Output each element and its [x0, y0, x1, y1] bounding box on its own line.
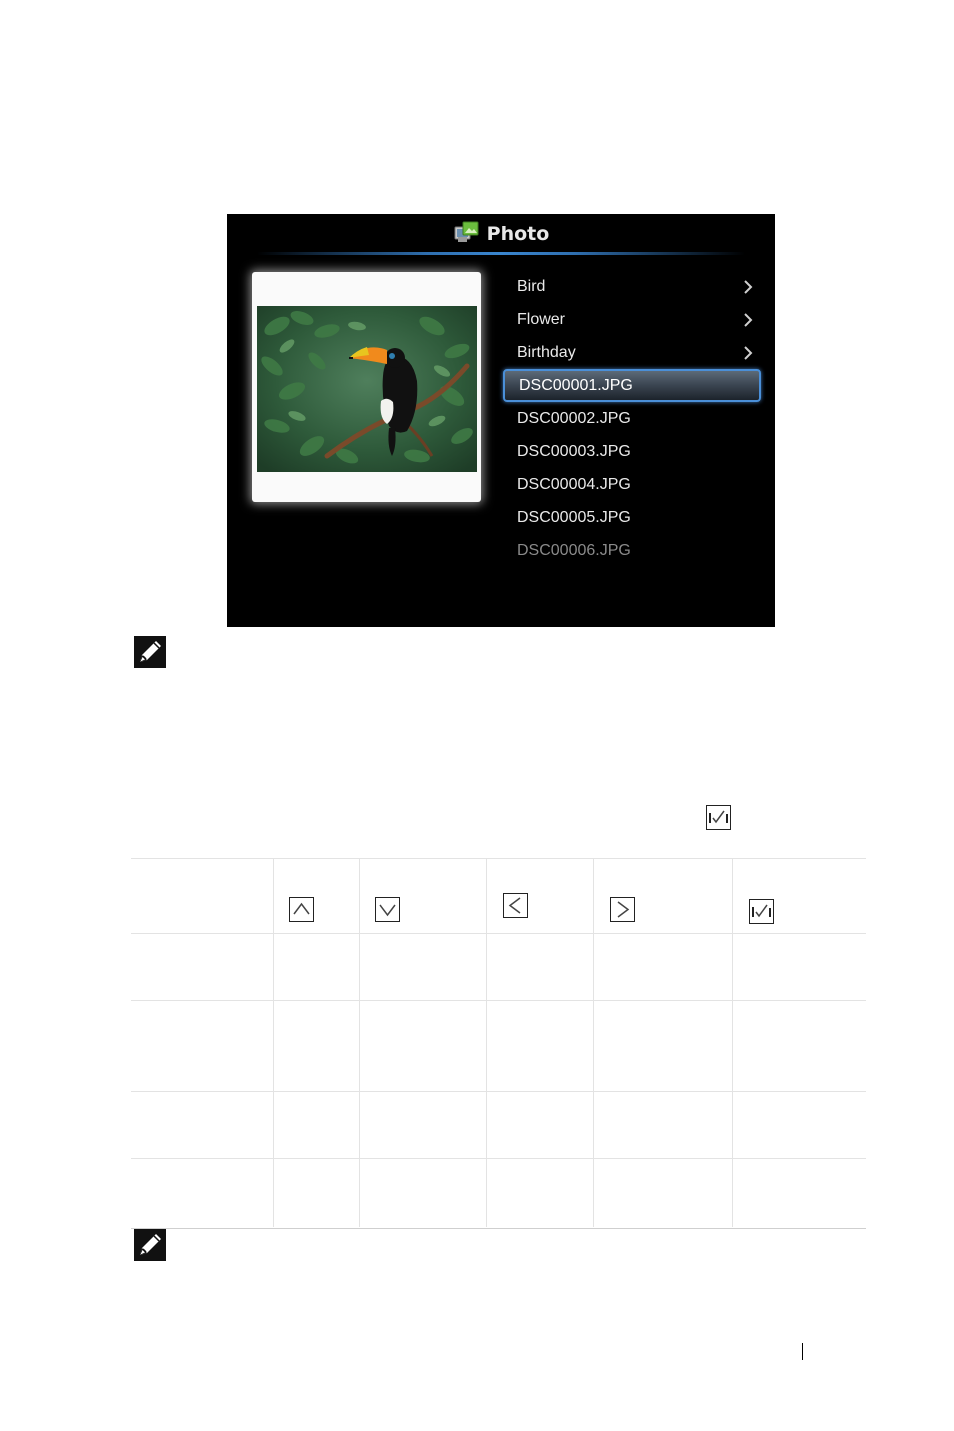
- table-cell: [486, 1001, 594, 1092]
- table-header-row: [131, 859, 866, 933]
- item-label: DSC00003.JPG: [517, 443, 631, 460]
- table-cell: [273, 1001, 360, 1092]
- table-cell: [273, 934, 360, 1001]
- file-item[interactable]: DSC00002.JPG: [503, 402, 761, 435]
- chevron-right-icon: [744, 313, 753, 327]
- key-function-table: [131, 858, 866, 1229]
- screen-title: Photo: [486, 223, 550, 245]
- table-cell: [359, 1001, 487, 1092]
- table-cell: [486, 934, 594, 1001]
- enter-key-icon: [749, 899, 774, 924]
- item-label: DSC00002.JPG: [517, 410, 631, 427]
- photo-preview-frame: [252, 272, 481, 502]
- table-header-cell: [359, 859, 487, 933]
- item-label: DSC00001.JPG: [519, 377, 633, 394]
- table-row: [131, 1091, 866, 1159]
- pencil-note-icon: [134, 636, 166, 668]
- table-header-cell: [273, 859, 360, 933]
- table-cell: [131, 1001, 273, 1092]
- table-cell: [732, 1092, 867, 1159]
- table-header-cell: [593, 859, 733, 933]
- chevron-right-icon: [744, 346, 753, 360]
- chevron-right-icon: [744, 280, 753, 294]
- up-key-icon: [289, 897, 314, 922]
- table-cell: [131, 934, 273, 1001]
- folder-item-birthday[interactable]: Birthday: [503, 336, 761, 369]
- table-row: [131, 1158, 866, 1227]
- folder-item-bird[interactable]: Bird: [503, 270, 761, 303]
- table-cell: [486, 1159, 594, 1227]
- table-cell: [359, 1159, 487, 1227]
- right-key-icon: [610, 897, 635, 922]
- table-header-cell: [131, 859, 273, 933]
- item-label: Flower: [517, 311, 566, 328]
- screen-header: Photo: [227, 214, 775, 254]
- table-cell: [359, 1092, 487, 1159]
- item-label: DSC00004.JPG: [517, 476, 631, 493]
- enter-key-icon: [706, 805, 731, 830]
- table-cell: [131, 1092, 273, 1159]
- table-header-cell: [732, 859, 867, 933]
- table-header-cell: [486, 859, 594, 933]
- file-list[interactable]: Bird Flower Birthday DSC00001.JPG DSC000…: [503, 270, 761, 567]
- table-cell: [273, 1092, 360, 1159]
- photo-app-icon: [453, 220, 481, 248]
- file-item-selected[interactable]: DSC00001.JPG: [503, 369, 761, 402]
- item-label: Bird: [517, 278, 546, 295]
- table-cell: [131, 1159, 273, 1227]
- header-divider: [257, 252, 745, 255]
- table-row: [131, 933, 866, 1001]
- item-label: Birthday: [517, 344, 576, 361]
- table-cell: [486, 1092, 594, 1159]
- table-cell: [732, 1001, 867, 1092]
- folder-item-flower[interactable]: Flower: [503, 303, 761, 336]
- table-cell: [593, 1159, 733, 1227]
- table-row: [131, 1000, 866, 1092]
- page-footer-divider: [802, 1343, 803, 1360]
- file-item[interactable]: DSC00006.JPG: [503, 534, 761, 567]
- table-cell: [359, 934, 487, 1001]
- table-cell: [593, 1092, 733, 1159]
- file-item[interactable]: DSC00005.JPG: [503, 501, 761, 534]
- table-cell: [732, 1159, 867, 1227]
- left-key-icon: [503, 893, 528, 918]
- pencil-note-icon: [134, 1229, 166, 1261]
- item-label: DSC00006.JPG: [517, 542, 631, 559]
- table-cell: [273, 1159, 360, 1227]
- table-cell: [732, 934, 867, 1001]
- item-label: DSC00005.JPG: [517, 509, 631, 526]
- file-item[interactable]: DSC00003.JPG: [503, 435, 761, 468]
- table-cell: [593, 1001, 733, 1092]
- file-item[interactable]: DSC00004.JPG: [503, 468, 761, 501]
- photo-screen: Photo Bird Flower Birthday DSC00001.JPG …: [227, 214, 775, 627]
- table-cell: [593, 934, 733, 1001]
- photo-preview-image: [257, 306, 477, 472]
- down-key-icon: [375, 897, 400, 922]
